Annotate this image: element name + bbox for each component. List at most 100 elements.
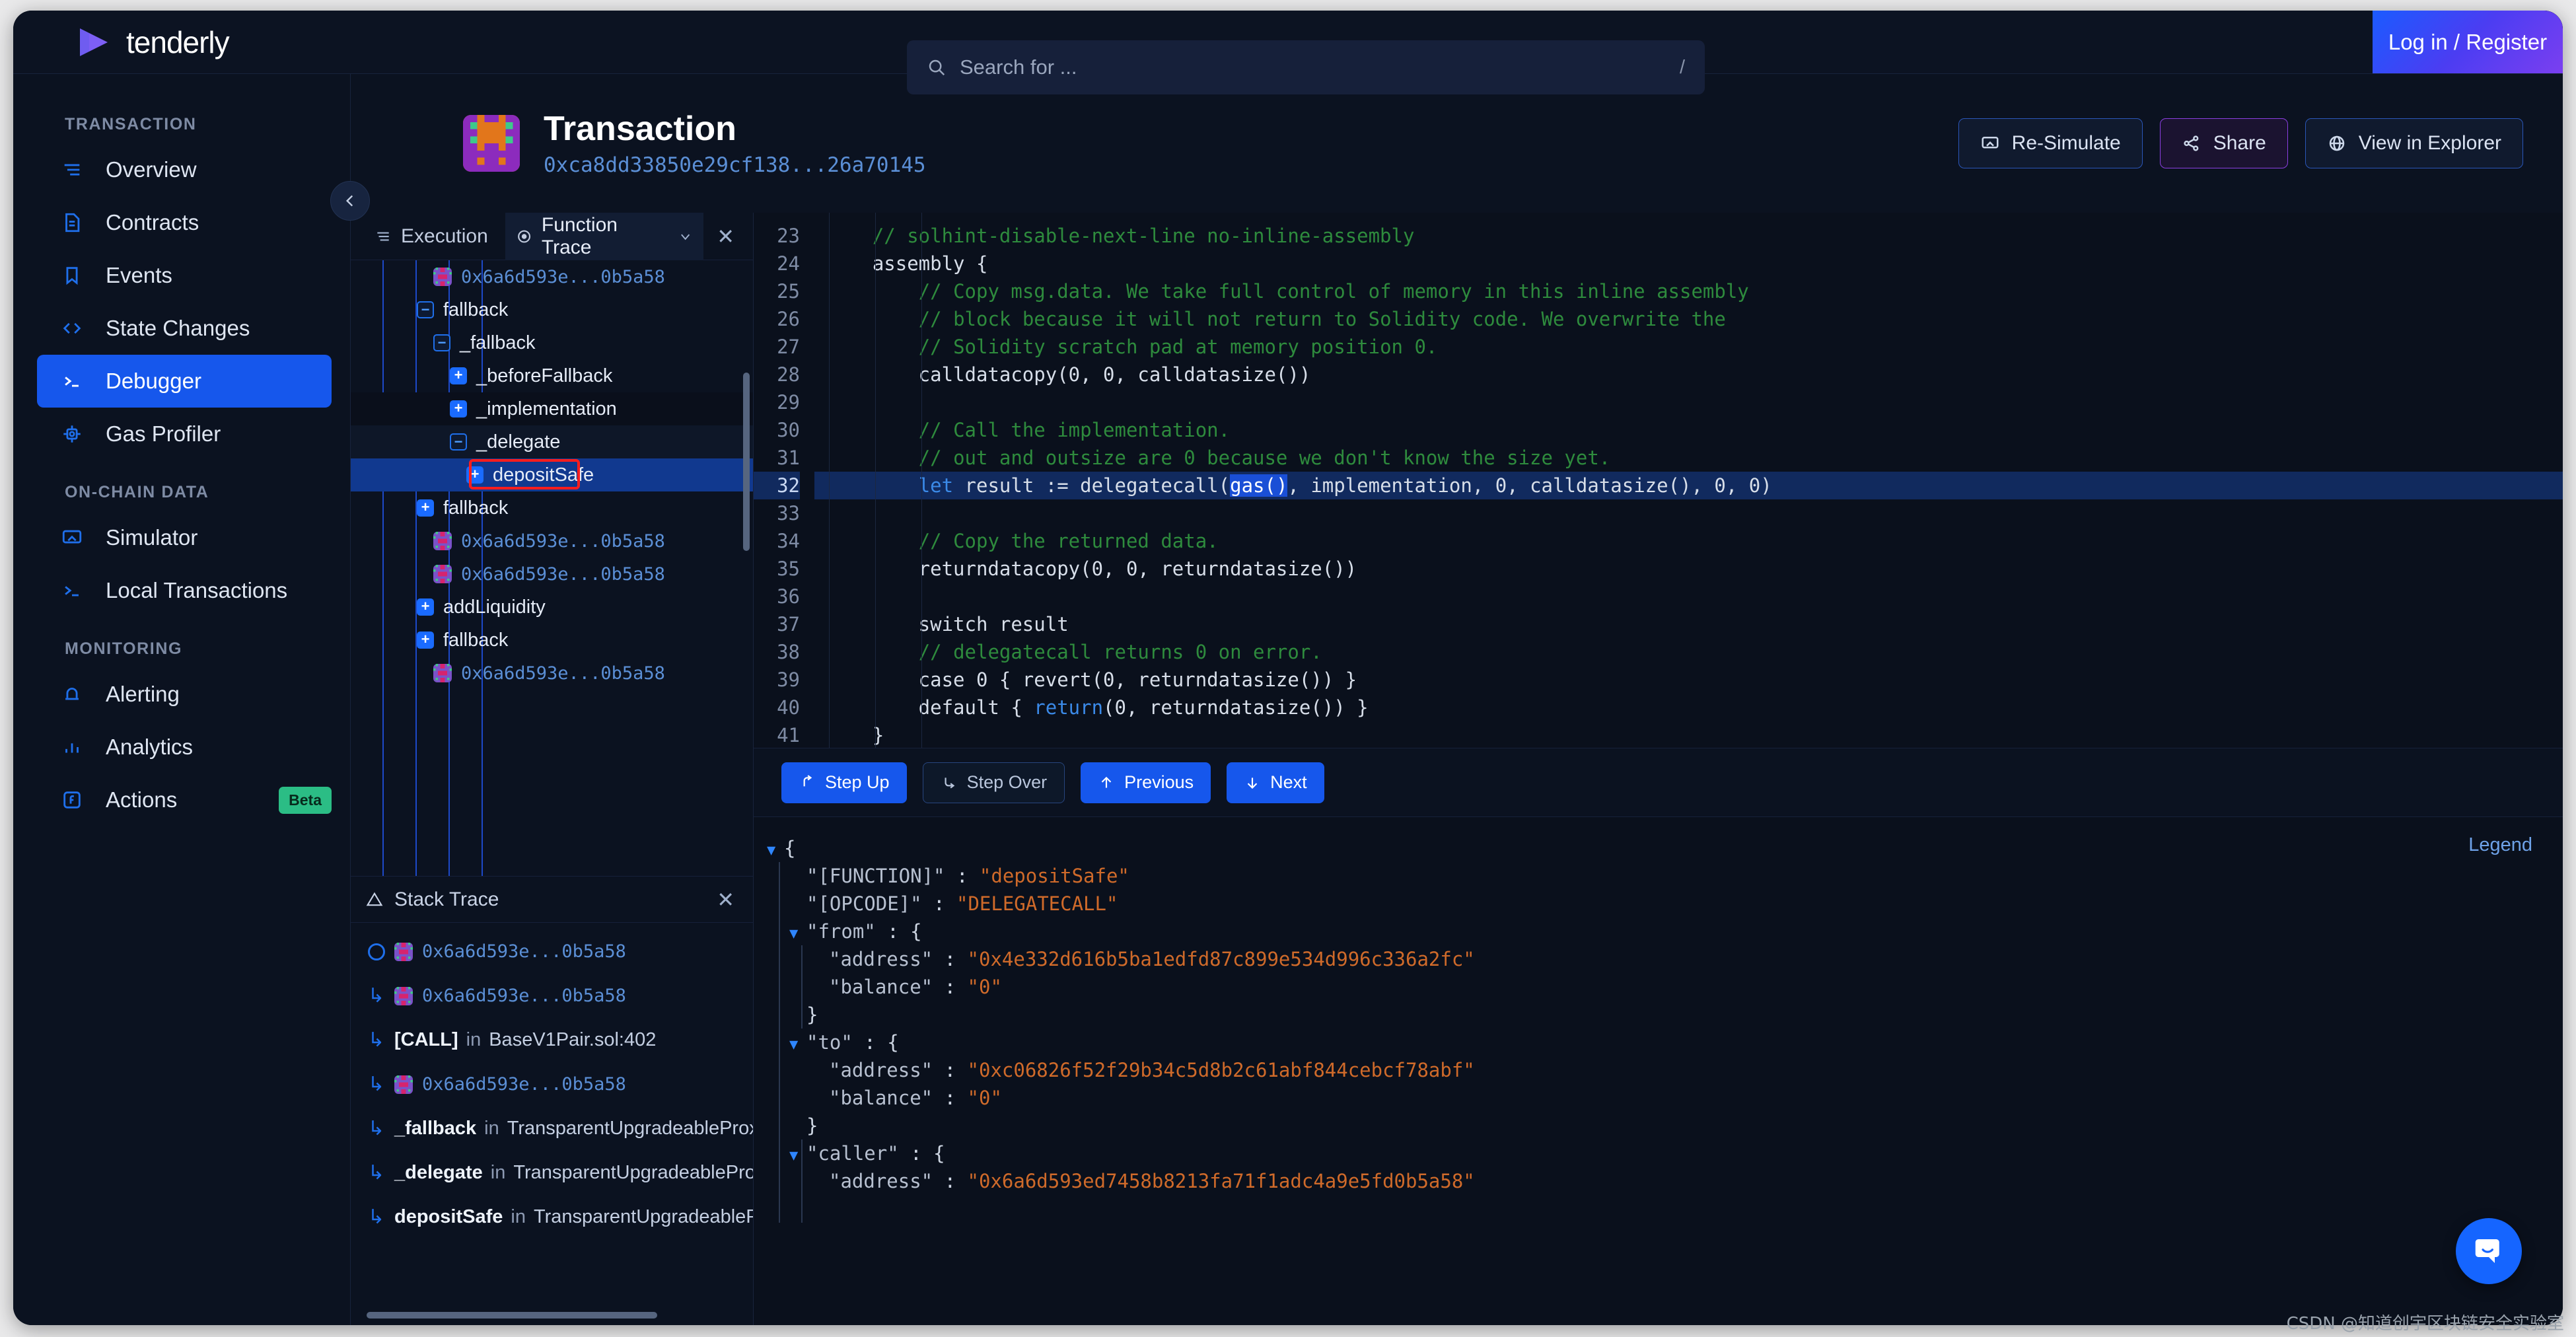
expand-node-icon[interactable]: + [417,632,434,649]
close-stack-trace-icon[interactable]: ✕ [710,887,741,912]
trace-row[interactable]: +fallback [351,624,753,657]
code-token: (0, returndatasize()) } [1103,696,1369,719]
code-line[interactable]: let result := delegatecall(gas(), implem… [814,472,2563,499]
trace-row[interactable]: +_implementation [351,392,753,425]
code-token: case 0 { revert(0, returndatasize()) } [826,668,1357,691]
close-trace-panel-icon[interactable]: ✕ [710,224,741,249]
json-token: "0" [968,1087,1002,1109]
code-line[interactable]: // out and outsize are 0 because we don'… [814,444,2563,472]
line-number: 40 [754,694,800,721]
trace-vertical-scrollbar[interactable] [743,373,750,551]
stack-trace-row[interactable]: ↳_fallbackinTransparentUpgradeableProxy.… [351,1106,753,1151]
json-collapse-triangle-icon[interactable]: ▼ [789,1031,806,1059]
tab-execution[interactable]: Execution [364,213,499,260]
re-simulate-button[interactable]: Re-Simulate [1958,118,2143,168]
bookmark-icon [61,264,83,287]
trace-row[interactable]: −fallback [351,293,753,326]
code-line[interactable]: case 0 { revert(0, returndatasize()) } [814,666,2563,694]
login-register-button[interactable]: Log in / Register [2373,11,2563,73]
code-line[interactable] [814,388,2563,416]
code-line[interactable] [814,499,2563,527]
step-up-button[interactable]: Step Up [781,762,907,803]
function-trace-tree[interactable]: 0x6a6d593e...0b5a58−fallback−_fallback+_… [351,260,753,876]
code-line[interactable]: // Call the implementation. [814,416,2563,444]
code-line[interactable]: // Solidity scratch pad at memory positi… [814,333,2563,361]
legend-link[interactable]: Legend [2468,834,2532,856]
code-line[interactable]: // solhint-disable-next-line no-inline-a… [814,222,2563,250]
expand-node-icon[interactable]: + [466,466,483,484]
sidebar-item-debugger[interactable]: Debugger [37,355,332,408]
sidebar-item-actions[interactable]: ActionsBeta [37,774,332,826]
sidebar-item-gas-profiler[interactable]: Gas Profiler [37,408,332,460]
expand-node-icon[interactable]: + [450,400,467,417]
expand-node-icon[interactable]: + [417,598,434,616]
sidebar-item-label: Local Transactions [106,578,287,603]
code-lines[interactable]: // solhint-disable-next-line no-inline-a… [814,213,2563,748]
stack-trace-row[interactable]: ↳depositSafeinTransparentUpgradeableProx [351,1195,753,1239]
transaction-hash[interactable]: 0xca8dd33850e29cf138...26a70145 [544,153,926,177]
stack-trace-horizontal-scrollbar[interactable] [367,1312,657,1319]
share-button[interactable]: Share [2160,118,2288,168]
sidebar-item-analytics[interactable]: Analytics [37,721,332,774]
code-line[interactable]: // Copy msg.data. We take full control o… [814,277,2563,305]
json-collapse-triangle-icon[interactable]: ▼ [767,837,784,865]
list-icon [375,228,392,245]
code-line[interactable]: assembly { [814,250,2563,277]
chevron-down-icon[interactable] [678,229,693,244]
trace-row[interactable]: 0x6a6d593e...0b5a58 [351,260,753,293]
json-guide-line [801,1139,803,1223]
search-input[interactable]: Search for ... / [907,40,1705,94]
json-collapse-triangle-icon[interactable]: ▼ [789,1142,806,1170]
tab-function-trace[interactable]: Function Trace [505,213,703,260]
sidebar-item-alerting[interactable]: Alerting [37,668,332,721]
trace-row[interactable]: +depositSafe [351,458,753,491]
sidebar-item-events[interactable]: Events [37,249,332,302]
stack-trace-row[interactable]: ↳0x6a6d593e...0b5a58 [351,1062,753,1106]
sidebar-item-local-transactions[interactable]: Local Transactions [37,564,332,617]
code-line[interactable]: // Copy the returned data. [814,527,2563,555]
sidebar-item-contracts[interactable]: Contracts [37,196,332,249]
trace-row[interactable]: −_delegate [351,425,753,458]
collapse-node-icon[interactable]: − [433,334,450,351]
trace-row[interactable]: 0x6a6d593e...0b5a58 [351,558,753,591]
code-token [826,474,919,497]
code-line[interactable]: } [814,721,2563,748]
view-in-explorer-button[interactable]: View in Explorer [2305,118,2523,168]
stack-trace-row[interactable]: ↳_delegateinTransparentUpgradeableProxy.… [351,1151,753,1195]
code-line[interactable]: calldatacopy(0, 0, calldatasize()) [814,361,2563,388]
next-button[interactable]: Next [1227,762,1324,803]
sidebar-item-overview[interactable]: Overview [37,143,332,196]
stack-trace-row[interactable]: ↳[CALL]inBaseV1Pair.sol:402 [351,1018,753,1062]
step-over-button[interactable]: Step Over [923,762,1065,803]
chat-bubble-button[interactable] [2456,1218,2522,1284]
collapse-node-icon[interactable]: − [417,301,434,318]
trace-row[interactable]: 0x6a6d593e...0b5a58 [351,524,753,558]
trace-row[interactable]: +addLiquidity [351,591,753,624]
trace-row[interactable]: +fallback [351,491,753,524]
expand-node-icon[interactable]: + [450,367,467,384]
code-line[interactable]: switch result [814,610,2563,638]
brand-logo[interactable]: tenderly [13,24,357,60]
code-line[interactable]: default { return(0, returndatasize()) } [814,694,2563,721]
trace-row[interactable]: −_fallback [351,326,753,359]
code-line[interactable]: // block because it will not return to S… [814,305,2563,333]
code-token: // block because it will not return to S… [919,308,1726,330]
stack-trace-row[interactable]: ↳0x6a6d593e...0b5a58 [351,974,753,1018]
trace-row[interactable]: 0x6a6d593e...0b5a58 [351,657,753,690]
trace-row[interactable]: +_beforeFallback [351,359,753,392]
sidebar-item-state-changes[interactable]: State Changes [37,302,332,355]
code-line[interactable] [814,583,2563,610]
json-output-pane[interactable]: Legend ▼{ "[FUNCTION]" : "depositSafe" "… [754,816,2563,1325]
json-collapse-triangle-icon[interactable]: ▼ [789,920,806,948]
sidebar-item-simulator[interactable]: Simulator [37,511,332,564]
code-editor[interactable]: 23242526272829303132333435363738394041 /… [754,213,2563,748]
sidebar-collapse-button[interactable] [330,181,370,221]
previous-button[interactable]: Previous [1081,762,1211,803]
sidebar-item-label: Debugger [106,369,201,394]
expand-node-icon[interactable]: + [417,499,434,517]
code-line[interactable]: returndatacopy(0, 0, returndatasize()) [814,555,2563,583]
collapse-node-icon[interactable]: − [450,433,467,451]
code-line[interactable]: // delegatecall returns 0 on error. [814,638,2563,666]
stack-trace-list[interactable]: 0x6a6d593e...0b5a58↳0x6a6d593e...0b5a58↳… [351,923,753,1325]
stack-trace-row[interactable]: 0x6a6d593e...0b5a58 [351,929,753,974]
